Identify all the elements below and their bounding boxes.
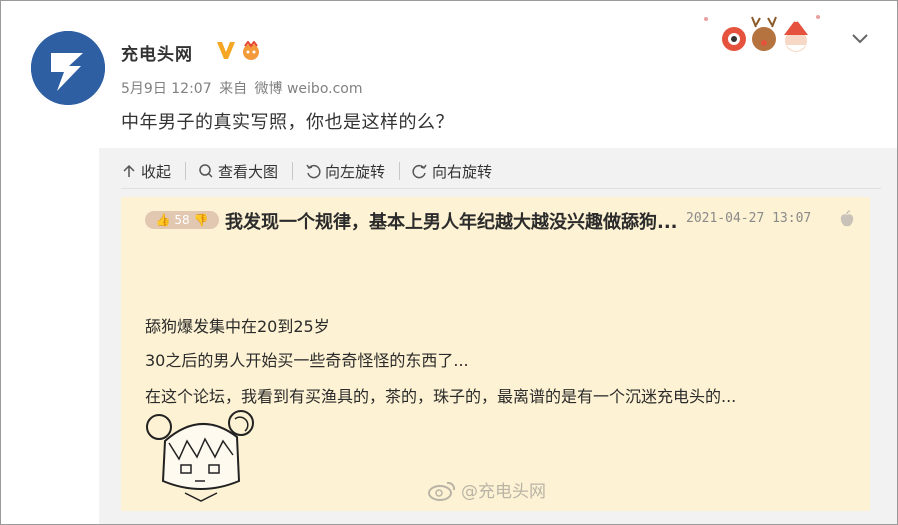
apple-icon [840, 210, 854, 227]
cartoon-girl-sticker-icon [146, 410, 254, 502]
post-text: 中年男子的真实写照，你也是这样的么？ [121, 112, 454, 133]
image-title: 我发现一个规律，基本上男人年纪越大越没兴趣做舔狗... [225, 212, 678, 233]
rotate-right-label: 向右旋转 [432, 162, 493, 181]
lightning-logo-icon [31, 31, 105, 105]
rotate-left-button[interactable]: 向左旋转 [305, 162, 401, 181]
toolbar-divider [121, 188, 881, 189]
rotate-left-label: 向左旋转 [325, 162, 386, 181]
avatar[interactable] [31, 31, 105, 105]
collapse-button[interactable]: 收起 [121, 162, 187, 181]
arrow-up-icon [123, 164, 135, 177]
weibo-logo-icon [428, 481, 456, 501]
image-text-line: 舔狗爆发集中在20到25岁 [145, 317, 330, 336]
verified-v-icon [217, 42, 235, 59]
collapse-label: 收起 [141, 162, 172, 181]
from-label: 来自 [219, 81, 248, 97]
christmas-decoration-icon [704, 15, 820, 52]
weibo-post-card: 充电头网 5月9日 12:07 来自 微博 weibo.com 中年男子的真实写… [0, 0, 898, 525]
author-name[interactable]: 充电头网 [121, 40, 193, 65]
rotate-right-button[interactable]: 向右旋转 [412, 162, 506, 181]
rotate-left-icon [306, 164, 321, 179]
view-large-button[interactable]: 查看大图 [198, 162, 294, 181]
rotate-right-icon [412, 164, 427, 179]
chevron-down-icon[interactable] [849, 29, 871, 49]
image-date: 2021-04-27 13:07 [686, 211, 812, 226]
media-toolbar: 收起 查看大图 向左旋转 向右旋转 [121, 158, 518, 184]
post-source[interactable]: 微博 weibo.com [255, 81, 363, 97]
image-text-line: 30之后的男人开始买一些奇奇怪怪的东西了... [145, 351, 469, 370]
post-meta: 5月9日 12:07 来自 微博 weibo.com [121, 78, 366, 98]
watermark: @充电头网 [427, 477, 546, 502]
view-large-label: 查看大图 [218, 162, 279, 181]
magnifier-icon [199, 164, 213, 178]
fan-badge-icon[interactable] [239, 41, 263, 61]
post-image[interactable]: 👍 58 👎 我发现一个规律，基本上男人年纪越大越没兴趣做舔狗... 2021-… [121, 197, 870, 511]
watermark-text: @充电头网 [461, 482, 546, 502]
post-time[interactable]: 5月9日 12:07 [121, 81, 212, 97]
